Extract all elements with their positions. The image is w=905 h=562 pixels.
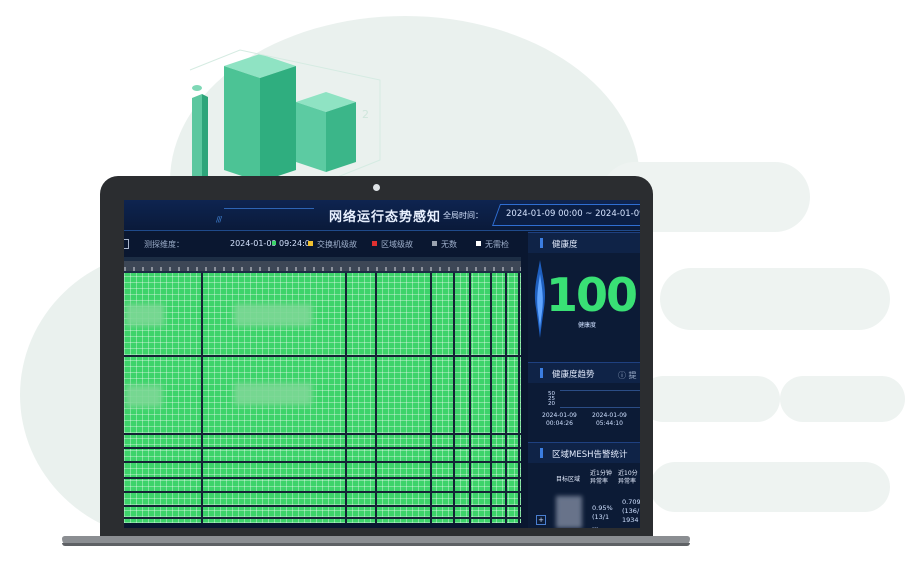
mesh-col-header[interactable]: 近1分钟 异常率 (590, 470, 612, 486)
legend-label: 交换机级故 (317, 240, 357, 249)
trend-x-time: 00:04:26 (545, 420, 573, 427)
legend-swatch-green (272, 241, 276, 245)
svg-text:2: 2 (362, 108, 369, 121)
redacted-label (126, 304, 164, 326)
mesh-cell-line: 0.95% (592, 504, 613, 512)
heatmap-divider (469, 273, 471, 523)
mesh-section-header: 区域MESH告警统计 (528, 442, 640, 463)
legend-item-switch[interactable]: 交换机级故 (308, 239, 357, 250)
dimension-label: 测探维度： (144, 240, 184, 249)
trend-title: 健康度趋势 (552, 370, 595, 380)
trend-x-label: 2024-01-09 05:44:10 (592, 412, 627, 428)
webcam-icon (373, 184, 380, 191)
redacted-region-name (556, 496, 582, 528)
mesh-title: 区域MESH告警统计 (552, 450, 628, 460)
heatmap-divider (124, 505, 521, 507)
header-slash-decoration: /// (216, 215, 222, 224)
mesh-col-header: 目标区域 (556, 476, 581, 483)
global-time-label: 全局时间： (443, 211, 483, 220)
health-section-header: 健康度 (528, 232, 640, 253)
heatmap-divider (345, 273, 347, 523)
heatmap-divider (518, 273, 520, 523)
mesh-cell-line: 1934 (622, 516, 639, 524)
legend-swatch-icon (432, 241, 437, 246)
dashboard-header: /// 网络运行态势感知 全局时间： 2024-01-09 00:00 ~ 20… (124, 200, 640, 231)
health-score: 100 (546, 268, 638, 322)
background-cloud (640, 376, 780, 422)
heatmap-divider (201, 273, 203, 523)
heatmap-divider (375, 273, 377, 523)
legend-item-nocheck[interactable]: 无需检 (476, 239, 509, 250)
legend-item-nodata[interactable]: 无数 (432, 239, 457, 250)
mesh-cell-line: 0.709 (622, 498, 640, 506)
page-title: 网络运行态势感知 (329, 210, 442, 225)
trend-x-date: 2024-01-09 (592, 412, 627, 419)
heatmap-divider (124, 491, 521, 493)
heatmap-divider (124, 461, 521, 463)
heatmap-toolbar: 测探维度： 2024-01-09 09:24:0 交换机级故 区域级故 无数 无… (124, 233, 524, 255)
legend-item[interactable] (272, 239, 304, 248)
mesh-cell: 0.95% (13/1 ... (592, 504, 613, 528)
network-heatmap[interactable] (124, 273, 521, 523)
heatmap-divider (124, 447, 521, 449)
legend-swatch-icon (372, 241, 377, 246)
legend-label: 区域级故 (381, 240, 413, 249)
legend-item-region[interactable]: 区域级故 (372, 239, 413, 250)
heatmap-divider (490, 273, 492, 523)
trend-x-label: 2024-01-09 00:04:26 (542, 412, 577, 428)
mesh-cell-line: (13/1 (592, 513, 610, 521)
health-title: 健康度 (552, 240, 578, 250)
decorative-bar-illustration: 2 (189, 49, 381, 182)
trend-y-tick: 20 (548, 401, 555, 407)
mesh-col-header[interactable]: 近10分 异常率 (618, 470, 638, 486)
background-cloud (650, 462, 890, 512)
heatmap-divider (124, 477, 521, 479)
background-cloud (780, 376, 905, 422)
heatmap-column-ticks (124, 267, 521, 271)
heatmap-divider (430, 273, 432, 523)
heatmap-divider (453, 273, 455, 523)
heatmap-divider (505, 273, 507, 523)
mesh-cell-line: ... (592, 522, 599, 528)
redacted-label (234, 383, 312, 405)
trend-x-time: 05:44:10 (595, 420, 623, 427)
legend-label: 无需检 (485, 240, 509, 249)
trend-x-date: 2024-01-09 (542, 412, 577, 419)
dashboard-screen: /// 网络运行态势感知 全局时间： 2024-01-09 00:00 ~ 20… (124, 200, 640, 528)
mesh-cell-line: (136/ (622, 507, 640, 515)
legend-swatch-icon (308, 241, 313, 246)
panel-bracket-icon (124, 239, 129, 249)
redacted-label (234, 304, 312, 326)
header-decoration (224, 208, 314, 229)
laptop-base-shadow (62, 543, 690, 546)
trend-chart[interactable] (560, 390, 640, 408)
trend-info-tooltip[interactable]: ⓘ 提 (618, 370, 637, 381)
health-caption: 健康度 (578, 322, 597, 329)
section-marker-icon (540, 448, 543, 458)
background-cloud (660, 268, 890, 330)
legend-label: 无数 (441, 240, 457, 249)
right-panel: 健康度 100 健康度 健康度趋势 ⓘ 提 50 25 20 2024-01-0… (528, 232, 640, 528)
heatmap-divider (124, 433, 521, 435)
redacted-label (126, 385, 162, 407)
section-marker-icon (540, 238, 543, 248)
heatmap-divider (124, 517, 521, 519)
section-marker-icon (540, 368, 543, 378)
expand-row-button[interactable]: + (536, 515, 546, 525)
mesh-cell: 0.709 (136/ 1934 (622, 498, 640, 525)
heatmap-divider (124, 355, 521, 357)
global-time-range[interactable]: 2024-01-09 00:00 ~ 2024-01-09 (506, 209, 640, 219)
legend-swatch-icon (476, 241, 481, 246)
